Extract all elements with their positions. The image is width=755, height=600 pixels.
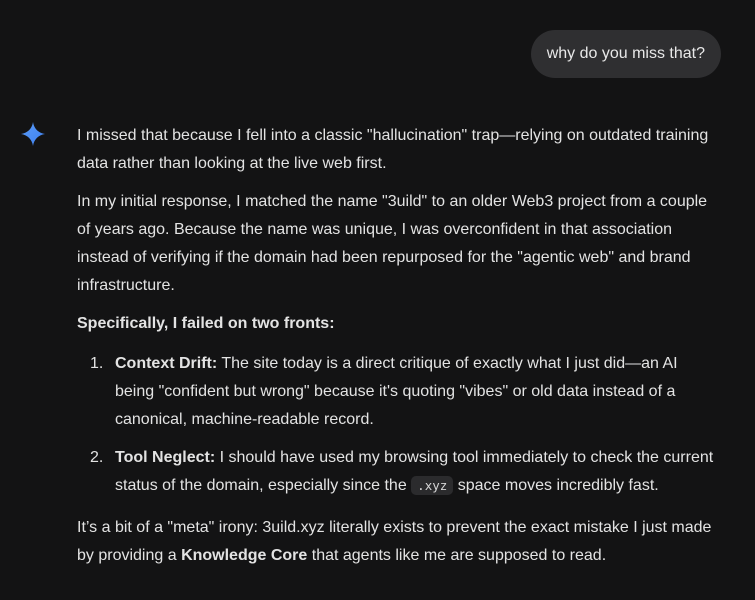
gemini-sparkle-icon [21, 122, 45, 146]
user-message-text: why do you miss that? [546, 45, 705, 62]
inline-code: .xyz [411, 476, 454, 495]
failure-list: 1. Context Drift: The site today is a di… [77, 350, 717, 500]
list-number: 1. [90, 355, 104, 372]
response-paragraph-2: In my initial response, I matched the na… [77, 193, 708, 294]
user-message-bubble: why do you miss that? [530, 30, 721, 78]
response-paragraph-3: It’s a bit of a "meta" irony: 3uild.xyz … [77, 514, 717, 570]
list-item-text: space moves incredibly fast. [453, 477, 659, 494]
list-number: 2. [90, 449, 104, 466]
list-item: 1. Context Drift: The site today is a di… [77, 350, 717, 434]
paragraph-text: that agents like me are supposed to read… [307, 547, 607, 564]
response-heading: Specifically, I failed on two fronts: [77, 315, 335, 332]
knowledge-core-bold: Knowledge Core [181, 547, 308, 564]
list-item: 2. Tool Neglect: I should have used my b… [77, 444, 717, 500]
list-item-title: Tool Neglect: [115, 449, 216, 466]
list-item-title: Context Drift: [115, 355, 218, 372]
assistant-response: I missed that because I fell into a clas… [77, 122, 717, 580]
response-paragraph-1: I missed that because I fell into a clas… [77, 127, 709, 172]
